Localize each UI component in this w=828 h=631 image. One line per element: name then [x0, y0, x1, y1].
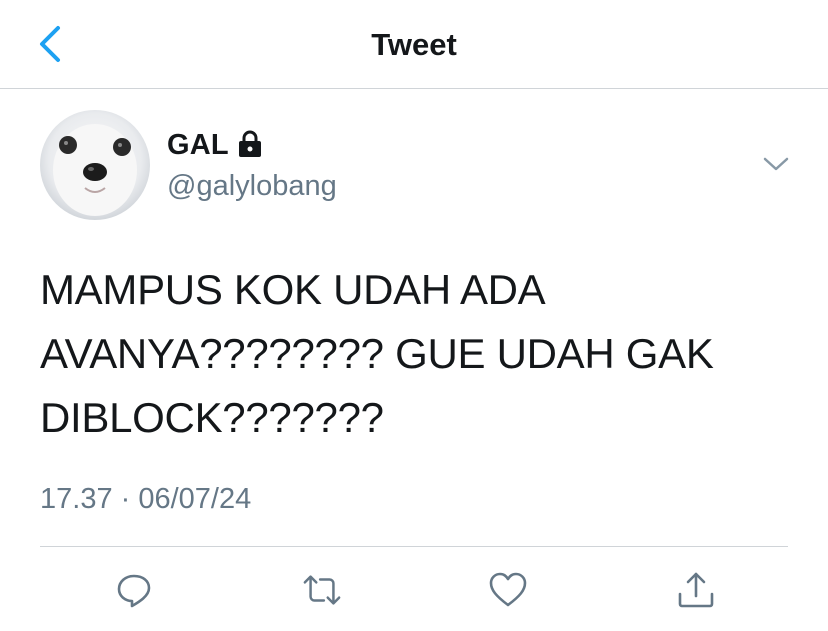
retweet-icon	[303, 575, 341, 605]
dog-avatar-image	[40, 110, 150, 220]
tweet-text-line: MAMPUS KOK UDAH ADA	[40, 266, 546, 313]
tweet-text-line: AVANYA???????? GUE UDAH GAK	[40, 330, 714, 377]
lock-icon	[237, 130, 263, 163]
timestamp[interactable]: 17.37 · 06/07/24	[40, 483, 251, 516]
divider	[40, 546, 788, 547]
reply-icon	[117, 574, 151, 608]
avatar[interactable]	[40, 110, 150, 220]
page-title: Tweet	[371, 27, 457, 62]
share-icon	[678, 572, 714, 608]
reply-button[interactable]	[114, 568, 154, 612]
author-row: GAL	[167, 128, 263, 163]
tweet-menu-button[interactable]	[762, 154, 790, 174]
share-button[interactable]	[676, 568, 716, 612]
top-bar: Tweet	[0, 0, 828, 89]
tweet-text-line: DIBLOCK???????	[40, 394, 384, 441]
author-handle[interactable]: @galylobang	[167, 170, 337, 203]
chevron-down-icon	[763, 157, 789, 171]
author-name[interactable]: GAL	[167, 129, 229, 162]
tweet-text: MAMPUS KOK UDAH ADA AVANYA???????? GUE U…	[40, 258, 800, 450]
retweet-button[interactable]	[302, 568, 342, 612]
like-icon	[489, 572, 527, 607]
like-button[interactable]	[488, 568, 528, 612]
